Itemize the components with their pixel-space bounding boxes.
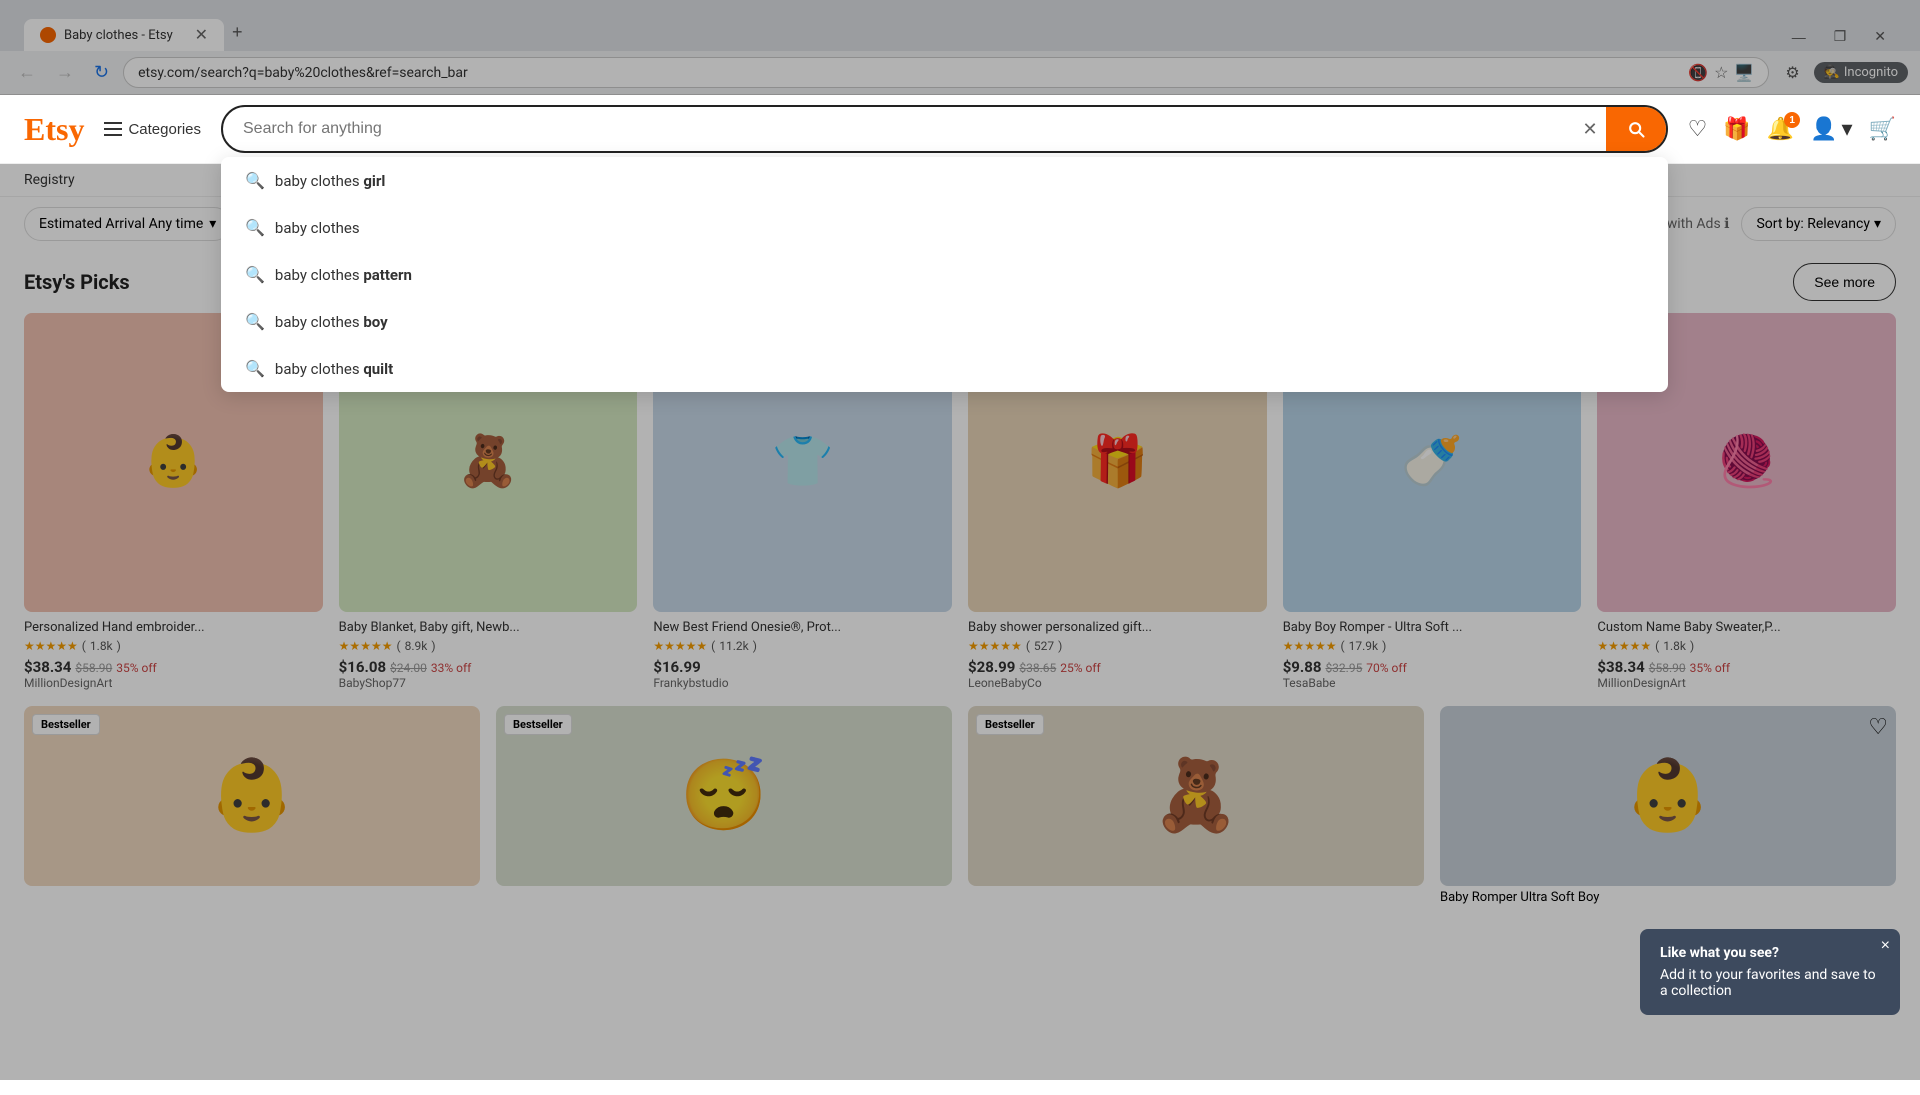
- notifications-button[interactable]: 🔔 1: [1767, 116, 1794, 142]
- notification-badge: 1: [1784, 112, 1800, 128]
- tooltip-close-button[interactable]: ×: [1881, 937, 1890, 955]
- autocomplete-item-2[interactable]: 🔍 baby clothes pattern: [221, 251, 1668, 298]
- autocomplete-search-icon-3: 🔍: [245, 312, 265, 331]
- autocomplete-item-0[interactable]: 🔍 baby clothes girl: [221, 157, 1668, 204]
- user-account-button[interactable]: 👤 ▾: [1810, 116, 1852, 142]
- etsy-header: Etsy Categories ✕: [0, 95, 1920, 164]
- autocomplete-text-4: baby clothes quilt: [275, 360, 393, 378]
- user-icon: 👤: [1810, 116, 1837, 142]
- tooltip-popup: × Like what you see? Add it to your favo…: [1640, 929, 1900, 1015]
- search-clear-button[interactable]: ✕: [1575, 119, 1606, 140]
- hamburger-icon: [104, 122, 122, 136]
- categories-label: Categories: [128, 121, 201, 138]
- tooltip-body: Add it to your favorites and save to a c…: [1660, 967, 1880, 999]
- cart-button[interactable]: 🛒: [1869, 116, 1896, 142]
- categories-button[interactable]: Categories: [104, 121, 201, 138]
- autocomplete-search-icon-0: 🔍: [245, 171, 265, 190]
- autocomplete-search-icon-2: 🔍: [245, 265, 265, 284]
- tooltip-title: Like what you see?: [1660, 945, 1880, 961]
- autocomplete-search-icon-4: 🔍: [245, 359, 265, 378]
- autocomplete-item-3[interactable]: 🔍 baby clothes boy: [221, 298, 1668, 345]
- header-right: ♡ 🎁 🔔 1 👤 ▾ 🛒: [1688, 116, 1896, 142]
- etsy-logo[interactable]: Etsy: [24, 111, 84, 148]
- search-icon: [1626, 119, 1646, 139]
- autocomplete-item-1[interactable]: 🔍 baby clothes: [221, 204, 1668, 251]
- autocomplete-text-3: baby clothes boy: [275, 313, 388, 331]
- autocomplete-item-4[interactable]: 🔍 baby clothes quilt: [221, 345, 1668, 392]
- autocomplete-text-0: baby clothes girl: [275, 172, 385, 190]
- gift-registry-button[interactable]: 🎁: [1723, 116, 1750, 142]
- favorites-button[interactable]: ♡: [1688, 116, 1708, 142]
- autocomplete-text-1: baby clothes: [275, 219, 360, 237]
- search-bar: ✕: [221, 105, 1668, 153]
- search-input[interactable]: [223, 108, 1575, 150]
- search-submit-button[interactable]: [1606, 107, 1666, 151]
- autocomplete-search-icon-1: 🔍: [245, 218, 265, 237]
- search-container: ✕ 🔍 baby clothes girl 🔍 baby clothes: [221, 105, 1668, 153]
- autocomplete-dropdown: 🔍 baby clothes girl 🔍 baby clothes 🔍 bab…: [221, 157, 1668, 392]
- autocomplete-text-2: baby clothes pattern: [275, 266, 412, 284]
- user-dropdown-icon: ▾: [1842, 116, 1853, 142]
